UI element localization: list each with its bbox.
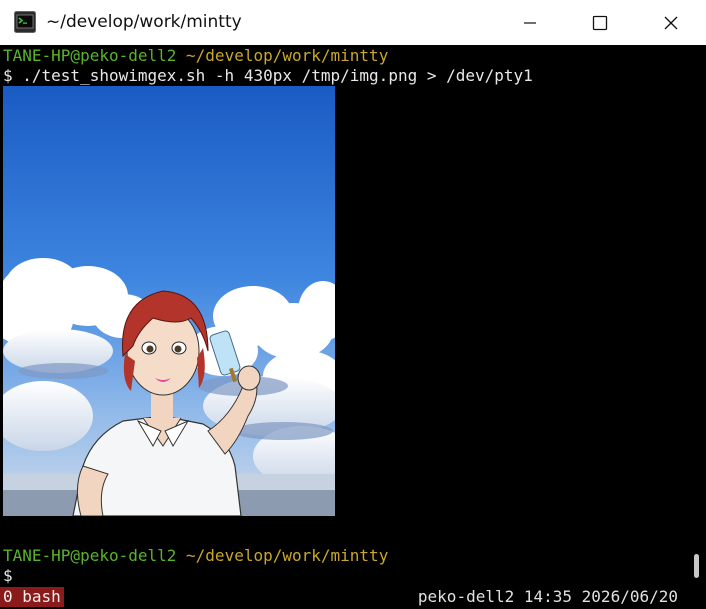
close-button[interactable] <box>636 0 706 45</box>
prompt-user-host-2: TANE-HP@peko-dell2 <box>3 546 177 565</box>
scrollbar[interactable] <box>686 45 706 609</box>
maximize-button[interactable] <box>565 0 635 45</box>
minimize-icon <box>524 21 536 24</box>
title-bar[interactable]: ~/develop/work/mintty <box>0 0 706 45</box>
prompt-line-1: TANE-HP@peko-dell2 ~/develop/work/mintty <box>3 46 388 66</box>
prompt-symbol: $ <box>3 566 13 585</box>
maximize-icon <box>592 15 608 30</box>
window-title: ~/develop/work/mintty <box>46 12 242 32</box>
minimize-button[interactable] <box>495 0 565 45</box>
prompt-line-2: TANE-HP@peko-dell2 ~/develop/work/mintty <box>3 546 388 566</box>
tmux-status-bar: 0 bash peko-dell2 14:35 2026/06/20 <box>0 587 706 607</box>
prompt-user-host: TANE-HP@peko-dell2 <box>3 46 177 65</box>
prompt-path-2: ~/develop/work/mintty <box>186 546 389 565</box>
anime-girl-with-popsicle-image <box>3 86 335 516</box>
command-line: $ ./test_showimgex.sh -h 430px /tmp/img.… <box>3 66 533 85</box>
prompt-path: ~/develop/work/mintty <box>186 46 389 65</box>
terminal-icon <box>14 11 36 33</box>
status-right-info: peko-dell2 14:35 2026/06/20 <box>417 587 678 606</box>
terminal-area[interactable]: TANE-HP@peko-dell2 ~/develop/work/mintty… <box>0 45 706 609</box>
status-window-label[interactable]: 0 bash <box>0 587 64 607</box>
prompt-input-line[interactable]: $ <box>3 566 13 586</box>
close-icon <box>664 16 678 29</box>
scrollbar-thumb[interactable] <box>694 554 699 578</box>
terminal-window: ~/develop/work/mintty TANE-HP@peko-dell2… <box>0 0 706 609</box>
